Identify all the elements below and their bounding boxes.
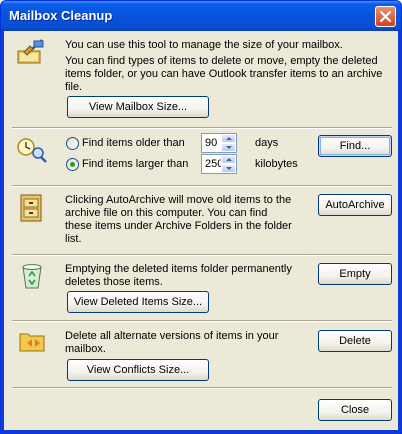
- close-button[interactable]: Close: [318, 399, 392, 421]
- view-deleted-items-size-button[interactable]: View Deleted Items Size...: [67, 291, 209, 313]
- mailbox-desc-line1: You can find types of items to delete or…: [65, 55, 378, 67]
- conflicts-section: Delete all alternate versions of items i…: [4, 322, 398, 384]
- deleted-text-line1: Emptying the deleted items folder perman…: [65, 263, 292, 275]
- kilobytes-unit-label: kilobytes: [255, 158, 298, 170]
- larger-than-spinner[interactable]: 250: [201, 154, 237, 174]
- larger-than-radio[interactable]: [66, 158, 79, 171]
- deleted-items-section: Emptying the deleted items folder perman…: [4, 256, 398, 316]
- find-button[interactable]: Find...: [318, 135, 392, 157]
- close-icon: [380, 11, 391, 22]
- mailbox-size-section: You can use this tool to manage the size…: [4, 31, 398, 123]
- broom-mailbox-icon: [17, 39, 44, 64]
- autoarchive-text-line2: archive file on this computer. You can f…: [65, 207, 268, 219]
- autoarchive-text-line4: list.: [65, 233, 82, 245]
- autoarchive-button[interactable]: AutoArchive: [318, 194, 392, 216]
- delete-button[interactable]: Delete: [318, 330, 392, 352]
- days-unit-label: days: [255, 137, 279, 149]
- archive-cabinet-icon: [20, 194, 42, 222]
- older-than-radio[interactable]: [66, 137, 79, 150]
- older-than-value: 90: [205, 137, 218, 149]
- decrement-arrow-icon[interactable]: [221, 143, 236, 152]
- increment-arrow-icon[interactable]: [221, 134, 236, 143]
- divider: [12, 387, 392, 389]
- recycle-bin-icon: [22, 264, 42, 289]
- older-than-label: Find items older than: [82, 137, 185, 149]
- view-mailbox-size-button[interactable]: View Mailbox Size...: [67, 96, 209, 118]
- mailbox-cleanup-window: Mailbox Cleanup You can use this tool to…: [0, 0, 402, 434]
- conflicts-text-line1: Delete all alternate versions of items i…: [65, 330, 279, 342]
- conflicts-text-line2: mailbox.: [65, 343, 106, 355]
- find-section: Find items older than 90 days Find items…: [4, 129, 398, 179]
- autoarchive-section: Clicking AutoArchive will move old items…: [4, 187, 398, 247]
- autoarchive-text-line3: these items under Archive Folders in the…: [65, 220, 292, 232]
- window-title: Mailbox Cleanup: [9, 8, 113, 23]
- dialog-body: You can use this tool to manage the size…: [4, 31, 398, 430]
- mailbox-intro-text: You can use this tool to manage the size…: [65, 39, 343, 51]
- larger-than-label: Find items larger than: [82, 158, 189, 170]
- older-than-spinner[interactable]: 90: [201, 133, 237, 153]
- mailbox-desc-line3: file.: [65, 81, 83, 93]
- deleted-text-line2: deletes those items.: [65, 276, 163, 288]
- clock-search-icon: [17, 138, 47, 163]
- decrement-arrow-icon[interactable]: [221, 164, 236, 173]
- mailbox-desc-line2: items folder, or you can have Outlook tr…: [65, 68, 383, 80]
- title-bar[interactable]: Mailbox Cleanup: [1, 1, 401, 31]
- conflicts-folder-icon: [19, 333, 45, 352]
- view-conflicts-size-button[interactable]: View Conflicts Size...: [67, 359, 209, 381]
- increment-arrow-icon[interactable]: [221, 155, 236, 164]
- autoarchive-text-line1: Clicking AutoArchive will move old items…: [65, 194, 292, 206]
- empty-button[interactable]: Empty: [318, 263, 392, 285]
- close-window-button[interactable]: [375, 6, 396, 27]
